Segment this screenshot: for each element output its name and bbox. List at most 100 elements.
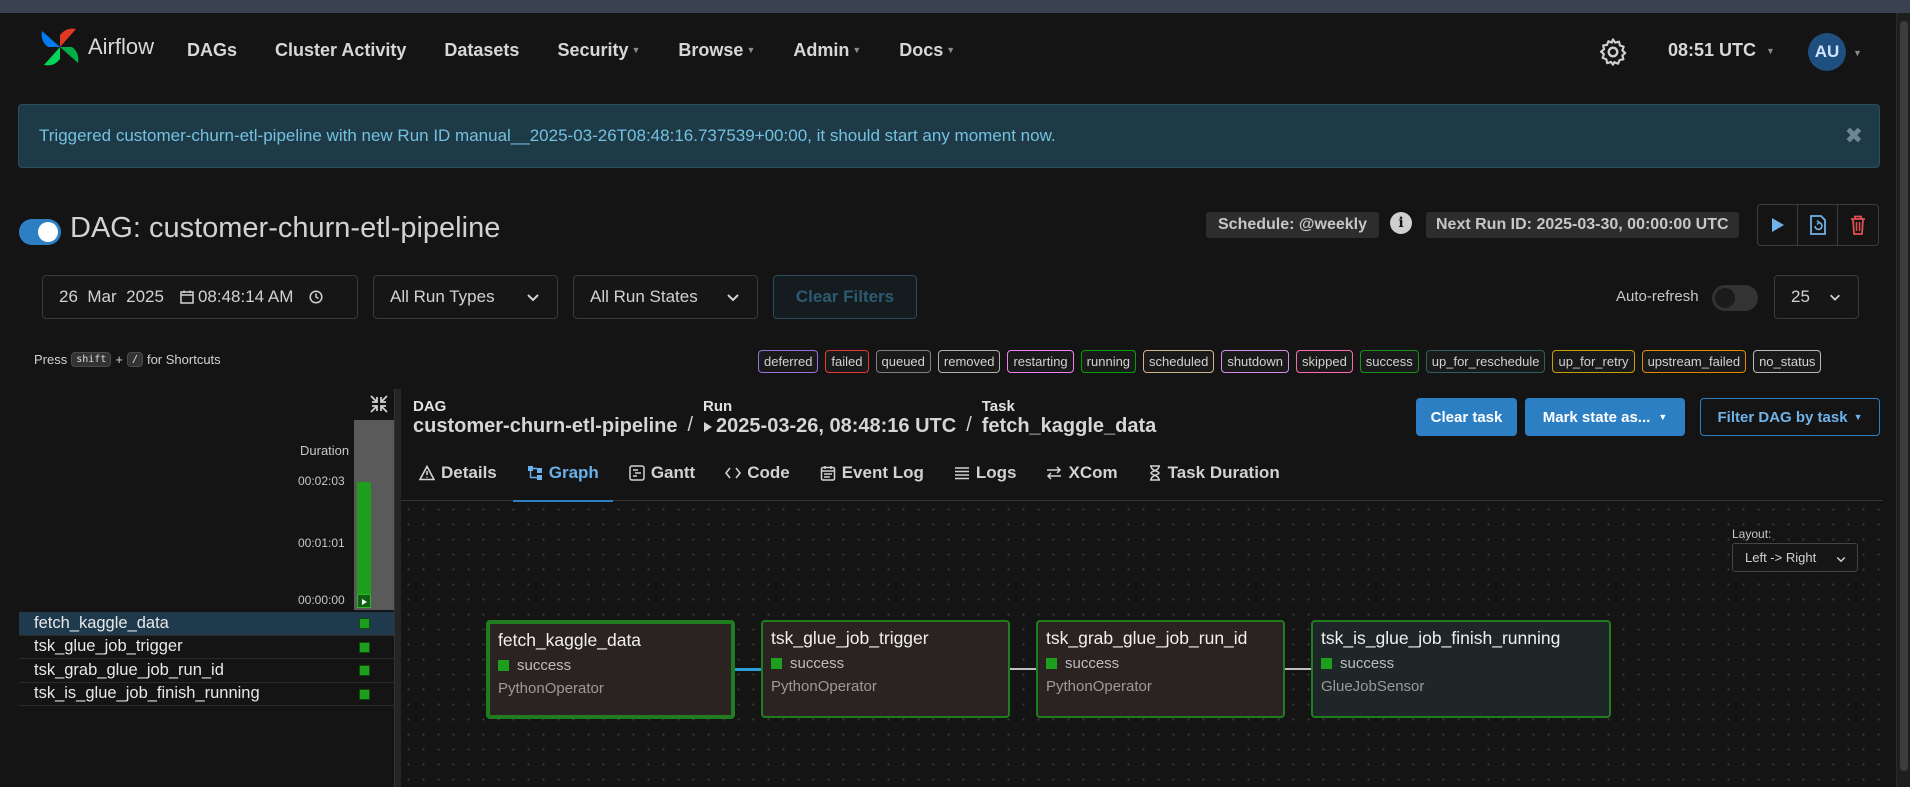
caret-down-icon: ▼ [746,45,756,55]
task-row-label: tsk_grab_glue_job_run_id [34,660,224,679]
layout-select[interactable]: Left -> Right [1732,543,1858,572]
dag-run-duration-bar[interactable] [357,482,371,608]
caret-down-icon: ▼ [852,45,862,55]
graph-node-tsk-is-glue-job-finish-running[interactable]: tsk_is_glue_job_finish_running success G… [1311,620,1611,718]
clock-icon[interactable] [309,290,323,304]
parse-dag-button[interactable] [1798,205,1838,245]
task-instance-square[interactable] [359,665,370,676]
node-task-name: tsk_grab_glue_job_run_id [1046,628,1248,648]
dag-pause-toggle[interactable] [19,219,61,245]
legend-success[interactable]: success [1359,350,1419,373]
tab-details[interactable]: Details [419,445,497,501]
main-menu: DAGs Cluster Activity Datasets Security ▼… [187,13,993,87]
state-legend: deferred failed queued removed restarting run… [758,350,1828,373]
shortcuts-press: Press [34,352,68,367]
clear-task-button[interactable]: Clear task [1416,398,1517,436]
graph-node-tsk-grab-glue-job-run-id[interactable]: tsk_grab_glue_job_run_id success PythonO… [1036,620,1285,718]
legend-running[interactable]: running [1080,350,1137,373]
breadcrumb-dag[interactable]: DAG customer-churn-etl-pipeline [413,398,677,438]
legend-shutdown[interactable]: shutdown [1221,350,1289,373]
legend-scheduled[interactable]: scheduled [1143,350,1215,373]
grid-task-row[interactable]: tsk_glue_job_trigger [19,635,394,659]
task-instance-square[interactable] [359,618,370,629]
task-instance-square[interactable] [359,688,370,700]
date-month: Mar [87,287,117,306]
legend-restarting[interactable]: restarting [1007,350,1074,373]
task-instance-square[interactable] [359,641,370,653]
caret-down-icon[interactable]: ▼ [1853,48,1862,58]
page-size-value: 25 [1791,287,1810,306]
date-day: 26 [59,287,78,306]
legend-up-for-retry[interactable]: up_for_retry [1552,350,1635,373]
menu-label: DAGs [187,39,238,60]
auto-refresh-toggle[interactable] [1712,285,1758,311]
info-icon[interactable]: i [1390,212,1412,234]
delete-dag-button[interactable] [1838,205,1878,245]
legend-queued[interactable]: queued [875,350,931,373]
clear-filters-button[interactable]: Clear Filters [773,275,917,319]
legend-removed[interactable]: removed [937,350,1001,373]
caret-down-icon: ▼ [1766,45,1775,56]
mark-state-button[interactable]: Mark state as... ▼ [1525,398,1685,436]
success-status-square [1321,658,1332,669]
grid-task-row[interactable]: fetch_kaggle_data [19,612,394,636]
tab-gantt[interactable]: Gantt [629,445,695,501]
graph-node-tsk-glue-job-trigger[interactable]: tsk_glue_job_trigger success PythonOpera… [761,620,1010,718]
legend-up-for-reschedule[interactable]: up_for_reschedule [1425,350,1546,373]
menu-datasets[interactable]: Datasets [444,40,519,61]
legend-upstream-failed[interactable]: upstream_failed [1641,350,1747,373]
tab-graph[interactable]: Graph [512,445,613,502]
user-avatar[interactable]: AU [1808,33,1846,71]
tab-xcom[interactable]: XCom [1046,445,1118,501]
menu-security[interactable]: Security ▼ [557,40,640,61]
grid-task-row[interactable]: tsk_grab_glue_job_run_id [19,659,394,683]
menu-browse[interactable]: Browse ▼ [678,40,755,61]
airflow-logo[interactable]: Airflow [36,23,154,71]
menu-docs[interactable]: Docs ▼ [899,40,955,61]
legend-deferred[interactable]: deferred [758,350,819,373]
success-status-square [498,660,509,671]
grid-task-row[interactable]: tsk_is_glue_job_finish_running [19,682,394,706]
menu-cluster-activity[interactable]: Cluster Activity [275,40,406,61]
trigger-dag-button[interactable] [1758,205,1798,245]
shortcuts-hint: Press shift + / for Shortcuts [34,352,221,367]
menu-dags[interactable]: DAGs [187,40,237,61]
play-icon [362,599,367,605]
duration-label: Duration [300,443,350,458]
dag-action-buttons [1757,204,1879,246]
airflow-pinwheel-icon [41,28,79,66]
brand-name: Airflow [88,34,155,59]
tab-code[interactable]: Code [725,445,790,501]
graph-node-fetch-kaggle-data[interactable]: fetch_kaggle_data success PythonOperator [486,620,735,719]
panel-splitter[interactable] [394,389,401,787]
run-type-select[interactable]: All Run Types [373,275,558,319]
tab-task-duration[interactable]: Task Duration [1148,445,1280,501]
page-size-select[interactable]: 25 [1774,275,1859,319]
calendar-icon[interactable] [180,290,194,304]
legend-skipped[interactable]: skipped [1295,350,1353,373]
collapse-grid-icon[interactable] [368,393,390,415]
filter-dag-by-task-button[interactable]: Filter DAG by task ▼ [1700,398,1880,436]
legend-failed[interactable]: failed [825,350,869,373]
breadcrumb-task[interactable]: Task fetch_kaggle_data [982,398,1157,438]
utc-clock-dropdown[interactable]: 08:51 UTC ▼ [1668,40,1775,61]
legend-no-status[interactable]: no_status [1753,350,1822,373]
tab-logs[interactable]: Logs [954,445,1016,501]
trash-icon [1851,215,1865,235]
manual-run-marker[interactable] [357,594,371,608]
breadcrumb-separator: / [966,414,972,436]
menu-admin[interactable]: Admin ▼ [793,40,861,61]
node-operator: PythonOperator [1046,678,1152,695]
tab-event-log[interactable]: Event Log [820,445,924,501]
page-scrollbar[interactable] [1896,13,1910,787]
breadcrumb-run[interactable]: Run 2025-03-26, 08:48:16 UTC [703,398,956,438]
calendar-icon [820,465,835,481]
task-row-label: tsk_glue_job_trigger [34,637,183,656]
scrollbar-thumb[interactable] [1900,21,1908,771]
close-icon[interactable]: ✖ [1845,123,1863,149]
run-state-select[interactable]: All Run States [573,275,758,319]
menu-label: Docs [899,39,944,60]
date-time: 08:48:14 AM [197,287,294,306]
base-date-input[interactable]: 26 Mar 2025 08:48:14 AM [42,275,358,319]
gear-icon[interactable] [1597,36,1629,68]
